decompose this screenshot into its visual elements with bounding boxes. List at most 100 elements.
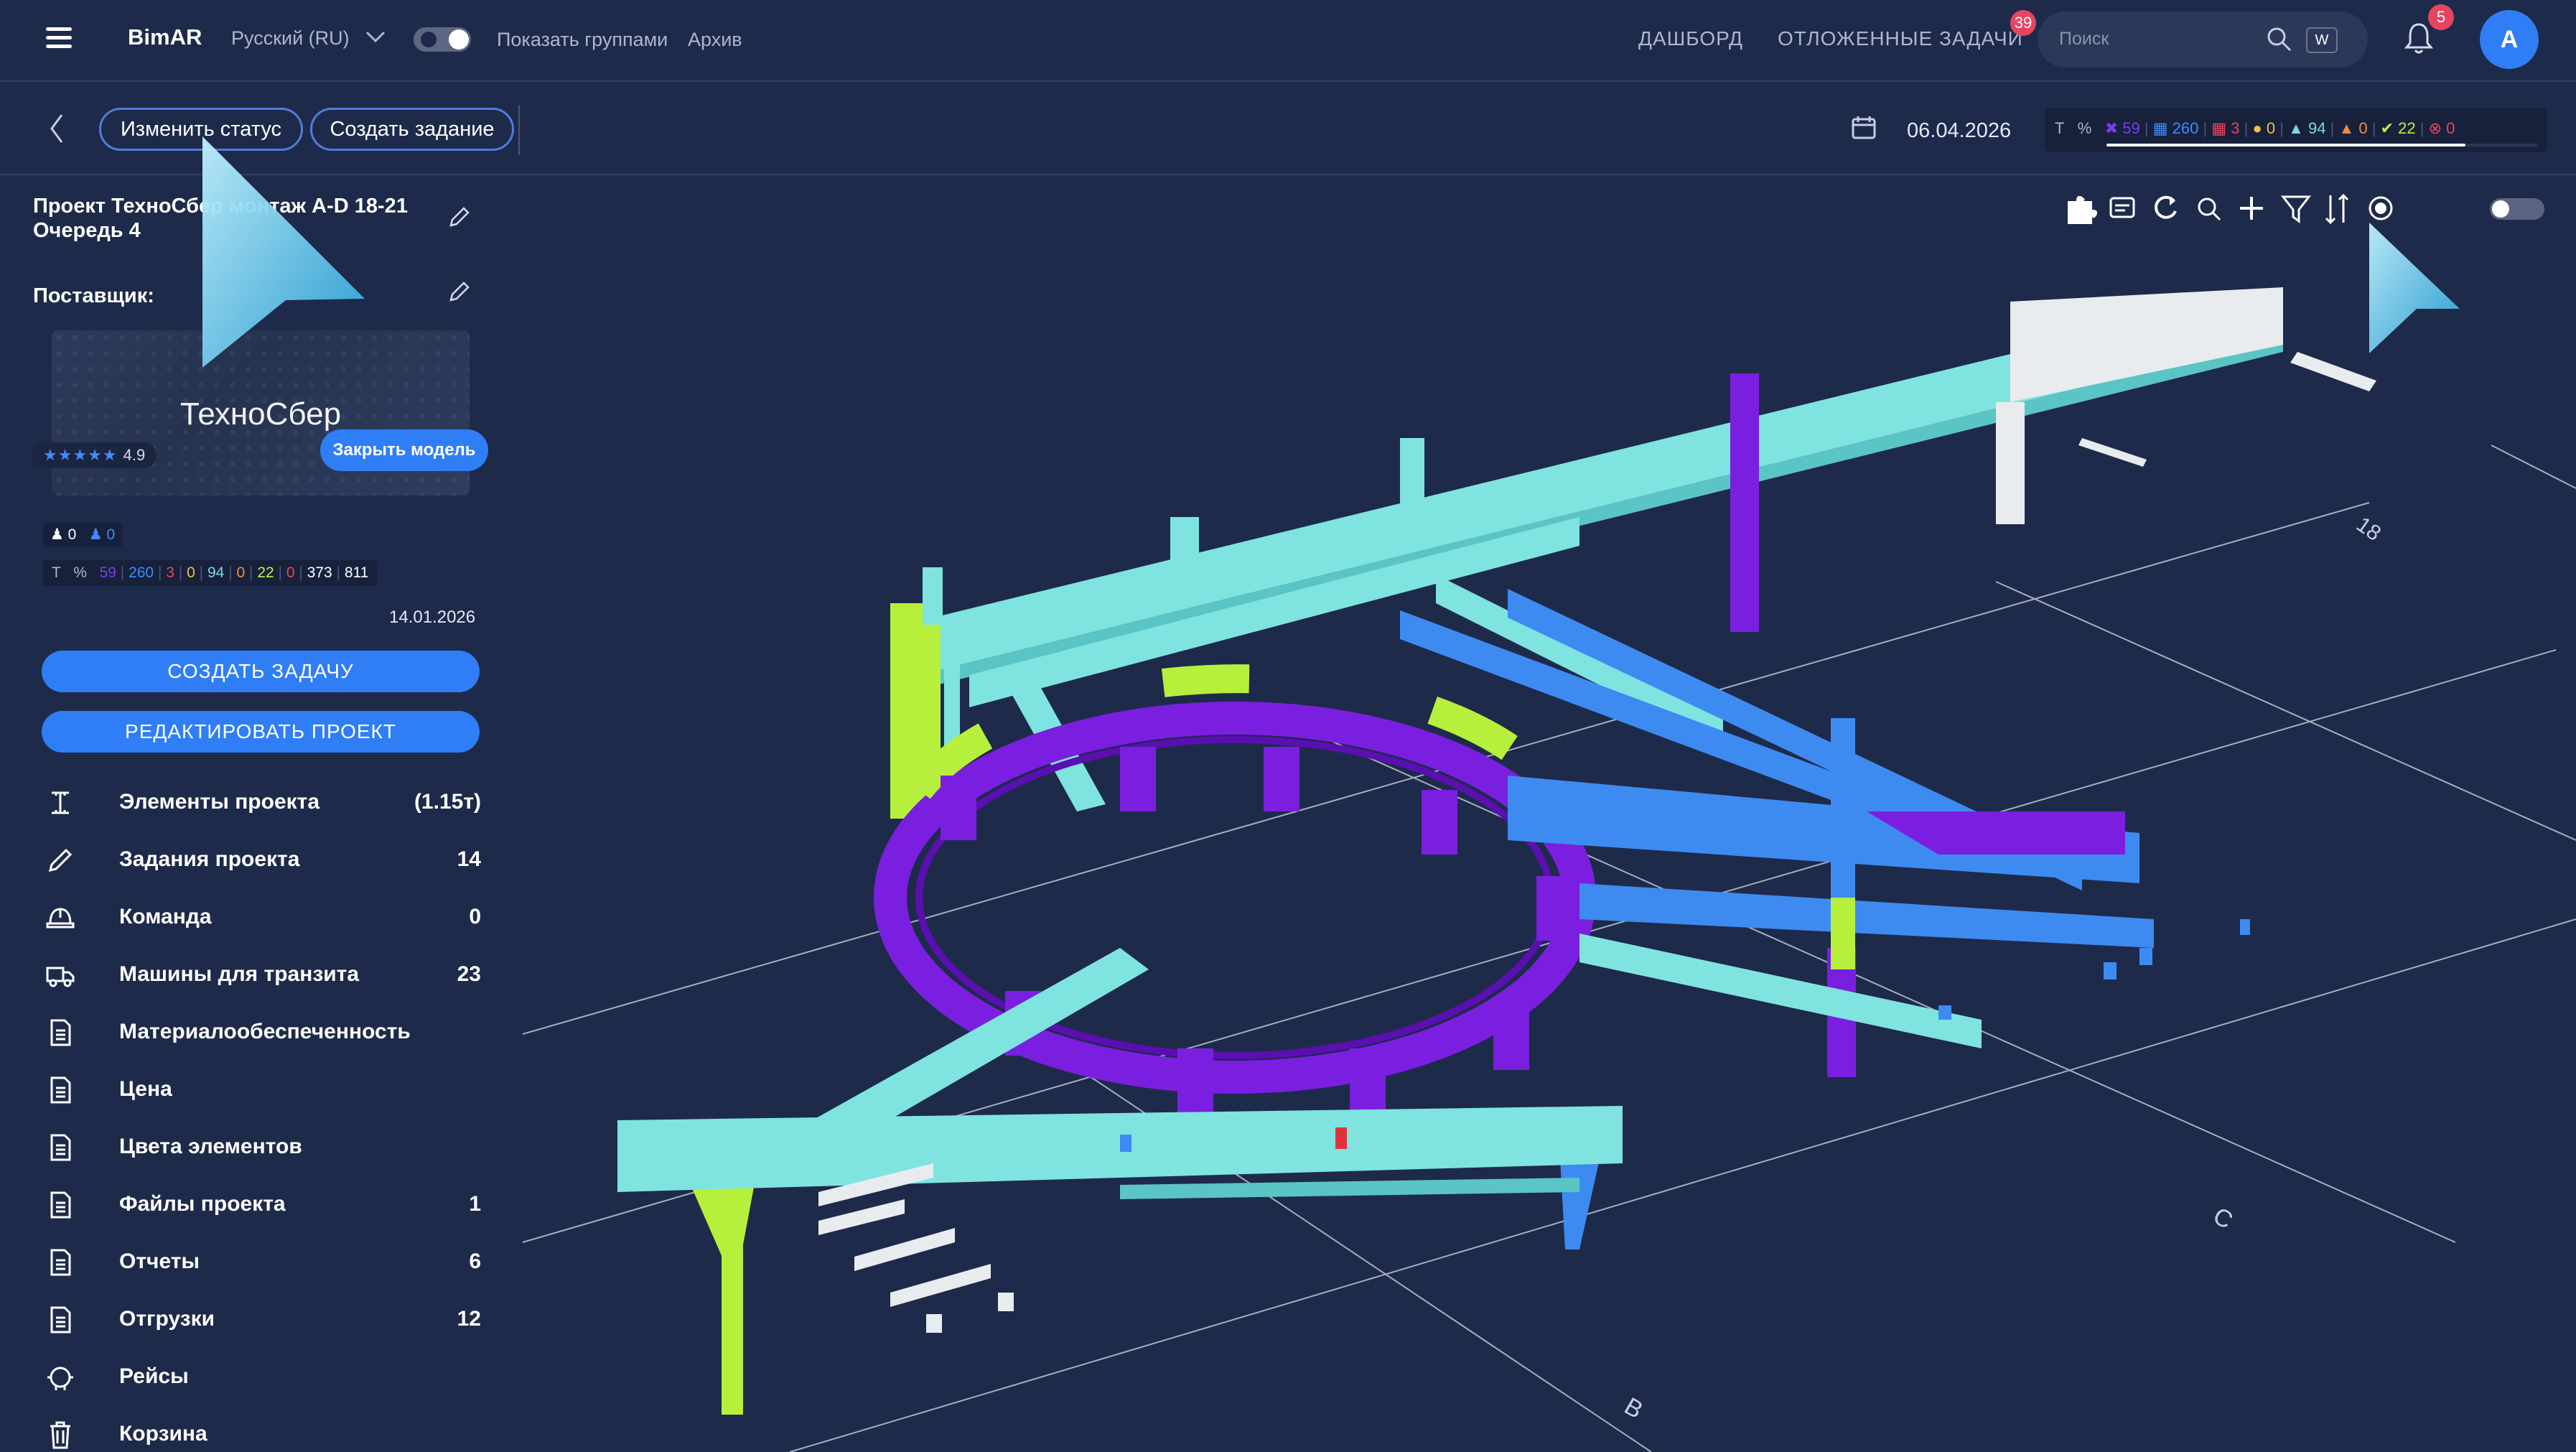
3d-model-canvas[interactable]: 18 C B — [503, 177, 2576, 1452]
search-box[interactable]: Поиск W — [2038, 11, 2368, 68]
current-date[interactable]: 06.04.2026 — [1907, 119, 2011, 143]
edit-supplier-pencil-icon[interactable] — [447, 280, 471, 304]
menu-item-label: Отгрузки — [119, 1307, 215, 1331]
stat-grid-icon: ▦ — [2211, 119, 2227, 137]
mini-stat-value: 59 — [99, 564, 116, 581]
top-navbar: BimAR Русский (RU) Показать группами Арх… — [0, 0, 2576, 82]
menu-item-reports[interactable]: Отчеты 6 — [42, 1239, 481, 1283]
stat-value: 94 — [2308, 119, 2326, 137]
puzzle-icon[interactable] — [2068, 195, 2098, 224]
menu-item-label: Элементы проекта — [119, 790, 320, 814]
menu-item-element-colors[interactable]: Цвета элементов — [42, 1125, 481, 1168]
bell-icon[interactable] — [2404, 22, 2434, 55]
action-bar: Изменить статус Создать задание 06.04.20… — [0, 83, 2576, 175]
menu-item-count: 23 — [457, 962, 481, 986]
document-icon — [50, 1306, 71, 1334]
search-icon[interactable] — [2266, 26, 2293, 53]
menu-item-label: Рейсы — [119, 1364, 189, 1388]
stat-chat-icon: ● — [2252, 119, 2262, 137]
status-summary: T % ✖ 59 | ▦ 260 | ▦ 3 | ● 0 | ▲ 94 | ▲ … — [2045, 108, 2547, 152]
menu-item-count: 0 — [469, 905, 481, 929]
rating-stars-icon: ★★★★★ — [43, 446, 118, 464]
show-groups-link[interactable]: Показать группами — [497, 29, 668, 51]
user-avatar[interactable]: A — [2480, 10, 2539, 69]
stat-value: 0 — [2266, 119, 2276, 137]
sort-icon[interactable] — [2325, 193, 2349, 225]
stat-pct-label: % — [2077, 119, 2092, 137]
comment-icon[interactable] — [2109, 197, 2135, 218]
stat-value: 0 — [2446, 119, 2455, 137]
theme-toggle[interactable] — [414, 27, 471, 52]
stat-t-label: T — [2055, 119, 2065, 137]
progress-line — [2106, 144, 2465, 146]
dashboard-link[interactable]: ДАШБОРД — [1638, 27, 1743, 50]
search-placeholder: Поиск — [2059, 29, 2109, 49]
cursor-pointer-icon-small — [2369, 223, 2460, 353]
viewport-toggle-1[interactable] — [2490, 198, 2544, 220]
create-task-button[interactable]: СОЗДАТЬ ЗАДАЧУ — [42, 651, 480, 692]
menu-item-label: Команда — [119, 905, 212, 929]
people-count: 0 — [106, 526, 116, 543]
mini-stat-value: 373 — [307, 564, 332, 581]
menu-item-count: 6 — [469, 1249, 481, 1273]
menu-item-team[interactable]: Команда 0 — [42, 895, 481, 938]
archive-link[interactable]: Архив — [688, 29, 742, 51]
truck-icon — [46, 967, 75, 987]
mini-stat-value: 260 — [129, 564, 154, 581]
rotate-icon[interactable] — [2155, 195, 2177, 219]
menu-item-materials[interactable]: Материалообеспеченность — [42, 1010, 481, 1053]
calendar-icon[interactable] — [1851, 115, 1877, 141]
menu-icon[interactable] — [46, 27, 72, 49]
menu-item-transit-machines[interactable]: Машины для транзита 23 — [42, 952, 481, 995]
pencil-icon — [48, 848, 73, 872]
mini-pct: % — [73, 564, 88, 581]
route-icon — [47, 1367, 73, 1390]
model-viewport[interactable]: 18 C B — [503, 177, 2576, 1452]
mini-stat-value: 3 — [166, 564, 174, 581]
document-icon — [50, 1076, 71, 1104]
power-icon[interactable] — [2369, 196, 2393, 220]
stat-x-icon: ✖ — [2104, 119, 2119, 137]
notifications-badge: 5 — [2428, 4, 2454, 30]
menu-item-project-files[interactable]: Файлы проекта 1 — [42, 1182, 481, 1225]
menu-item-tasks[interactable]: Задания проекта 14 — [42, 837, 481, 880]
menu-item-price[interactable]: Цена — [42, 1067, 481, 1110]
menu-item-label: Файлы проекта — [119, 1192, 286, 1216]
language-select[interactable]: Русский (RU) — [231, 27, 350, 50]
plus-icon[interactable] — [2240, 197, 2263, 220]
project-date: 14.01.2026 — [389, 608, 476, 627]
close-model-button[interactable]: Закрыть модель — [320, 429, 488, 471]
postponed-count-badge: 39 — [2010, 10, 2036, 36]
menu-item-count: (1.15т) — [414, 790, 481, 814]
menu-item-elements[interactable]: Элементы проекта (1.15т) — [42, 780, 481, 823]
mini-stat-value: 0 — [187, 564, 195, 581]
menu-item-label: Отчеты — [119, 1249, 200, 1273]
menu-item-shipments[interactable]: Отгрузки 12 — [42, 1297, 481, 1340]
chevron-down-icon[interactable] — [365, 29, 386, 45]
menu-item-trash[interactable]: Корзина — [42, 1412, 481, 1452]
mini-stat-value: 94 — [207, 564, 225, 581]
menu-item-trips[interactable]: Рейсы — [42, 1354, 481, 1397]
chevron-left-icon[interactable] — [46, 111, 67, 146]
stat-value: 59 — [2122, 119, 2140, 137]
grid-label-c: C — [2208, 1202, 2237, 1234]
menu-item-label: Материалообеспеченность — [119, 1020, 411, 1043]
blue-frame[interactable] — [1508, 718, 2154, 1249]
person-icon: ♟ — [50, 526, 64, 543]
filter-icon[interactable] — [2280, 195, 2312, 223]
supplier-label: Поставщик: — [33, 284, 154, 307]
grid-label-18: 18 — [2352, 513, 2385, 546]
person-blue-icon: ♟ — [88, 526, 103, 543]
mini-stat-value: 811 — [344, 564, 369, 581]
postponed-tasks-link[interactable]: ОТЛОЖЕННЫЕ ЗАДАЧИ — [1778, 27, 2023, 50]
edit-project-button[interactable]: РЕДАКТИРОВАТЬ ПРОЕКТ — [42, 711, 480, 753]
search-shortcut: W — [2306, 27, 2338, 53]
stat-value: 260 — [2172, 119, 2199, 137]
rating-value: 4.9 — [123, 446, 146, 464]
edit-title-pencil-icon[interactable] — [447, 205, 471, 230]
mini-t: T — [52, 564, 61, 581]
brand-logo[interactable]: BimAR — [128, 24, 202, 50]
project-mini-stats: T % 59 | 260 | 3 | 0 | 94 | 0 | 22 | 0 |… — [43, 560, 378, 586]
zoom-icon[interactable] — [2198, 197, 2221, 221]
stat-value: 0 — [2358, 119, 2368, 137]
